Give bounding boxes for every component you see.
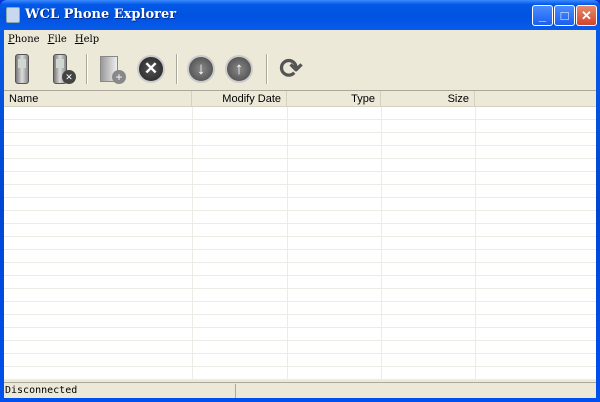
download-button[interactable]: ↓	[184, 52, 218, 86]
upload-button[interactable]: ↑	[222, 52, 256, 86]
status-bar: Disconnected	[4, 382, 596, 398]
close-button[interactable]: ✕	[576, 5, 597, 26]
file-list[interactable]	[4, 107, 596, 380]
menu-help[interactable]: Help	[71, 32, 103, 48]
app-icon	[6, 7, 20, 23]
status-text: Disconnected	[4, 384, 236, 398]
column-header-modify-date[interactable]: Modify Date	[192, 91, 287, 107]
column-header-type[interactable]: Type	[287, 91, 381, 107]
refresh-button[interactable]: ⟳	[274, 52, 308, 86]
menu-phone[interactable]: Phone	[4, 32, 44, 48]
new-folder-button[interactable]: +	[94, 52, 128, 86]
toolbar-separator	[86, 54, 88, 84]
column-header-name[interactable]: Name	[4, 91, 192, 107]
app-window: WCL Phone Explorer _ □ ✕ Phone File Help…	[0, 0, 600, 402]
toolbar-separator	[266, 54, 268, 84]
delete-icon: ✕	[137, 55, 165, 83]
menu-bar: Phone File Help	[4, 32, 103, 48]
window-title: WCL Phone Explorer	[25, 7, 177, 22]
column-header-size[interactable]: Size	[381, 91, 475, 107]
minimize-button[interactable]: _	[532, 5, 553, 26]
maximize-button[interactable]: □	[554, 5, 575, 26]
refresh-icon: ⟳	[279, 53, 303, 84]
phone-icon	[15, 54, 29, 84]
column-divider	[382, 107, 476, 380]
toolbar-separator	[176, 54, 178, 84]
connect-phone-button[interactable]	[6, 52, 40, 86]
column-divider	[4, 107, 193, 380]
upload-icon: ↑	[225, 55, 253, 83]
list-header: Name Modify Date Type Size	[4, 90, 596, 107]
disconnect-phone-button[interactable]: ✕	[44, 52, 78, 86]
column-divider	[193, 107, 288, 380]
title-bar[interactable]: WCL Phone Explorer _ □ ✕	[0, 0, 600, 30]
column-divider	[288, 107, 382, 380]
toolbar: ✕ + ✕ ↓ ↑ ⟳	[4, 50, 596, 88]
menu-file[interactable]: File	[44, 32, 71, 48]
download-icon: ↓	[187, 55, 215, 83]
delete-button[interactable]: ✕	[134, 52, 168, 86]
